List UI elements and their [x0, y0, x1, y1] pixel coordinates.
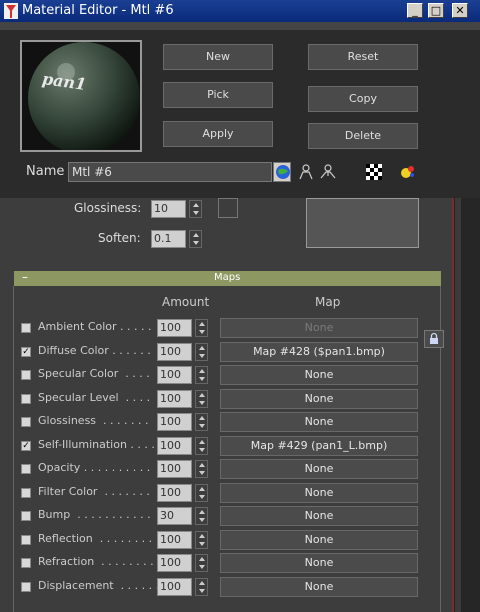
map-enable-checkbox[interactable] [21, 394, 31, 404]
map-slot-button[interactable]: None [220, 365, 418, 385]
map-enable-checkbox[interactable] [21, 488, 31, 498]
maps-title: Maps [214, 272, 241, 283]
reset-button[interactable]: Reset [308, 44, 418, 70]
map-amount-input[interactable]: 100 [157, 531, 192, 549]
sticky-figure-icon[interactable] [319, 163, 337, 181]
map-amount-spinner[interactable] [195, 366, 208, 384]
map-enable-checkbox[interactable] [21, 370, 31, 380]
map-amount-spinner[interactable] [195, 460, 208, 478]
material-name-field[interactable]: Mtl #6 [68, 162, 272, 182]
collapse-icon: – [22, 270, 28, 284]
map-enable-checkbox[interactable] [21, 323, 31, 333]
panel-edge [452, 198, 454, 612]
apply-button[interactable]: Apply [163, 121, 273, 147]
delete-button[interactable]: Delete [308, 123, 418, 149]
map-amount-spinner[interactable] [195, 554, 208, 572]
map-amount-input[interactable]: 100 [157, 390, 192, 408]
map-amount-input[interactable]: 100 [157, 437, 192, 455]
map-channel-label: Ambient Color . . . . . [38, 320, 152, 333]
close-button[interactable]: ✕ [452, 3, 468, 18]
map-channel-label: Filter Color . . . . . . . [38, 485, 150, 498]
map-amount-spinner[interactable] [195, 413, 208, 431]
map-channel-label: Refraction . . . . . . . . [38, 555, 154, 568]
map-amount-spinner[interactable] [195, 319, 208, 337]
map-slot-button[interactable]: None [220, 318, 418, 338]
glossiness-map-swatch[interactable] [218, 198, 238, 218]
map-slot-button[interactable]: None [220, 506, 418, 526]
glossiness-label: Glossiness: [74, 201, 142, 215]
map-channel-label: Specular Color . . . . [38, 367, 150, 380]
highlight-curve-display [306, 198, 419, 248]
globe-icon[interactable] [274, 163, 292, 181]
title-bar: Material Editor - Mtl #6 _ □ ✕ [0, 0, 480, 22]
scroll-thumb[interactable] [455, 198, 461, 612]
glossiness-spinner[interactable] [189, 200, 202, 218]
map-amount-spinner[interactable] [195, 437, 208, 455]
map-slot-button[interactable]: None [220, 389, 418, 409]
map-channel-label: Diffuse Color . . . . . . [38, 344, 151, 357]
map-amount-input[interactable]: 100 [157, 554, 192, 572]
map-amount-input[interactable]: 30 [157, 507, 192, 525]
map-slot-button[interactable]: Map #429 (pan1_L.bmp) [220, 436, 418, 456]
map-amount-input[interactable]: 100 [157, 460, 192, 478]
map-enable-checkbox[interactable]: ✓ [21, 441, 31, 451]
map-enable-checkbox[interactable] [21, 558, 31, 568]
map-slot-button[interactable]: None [220, 553, 418, 573]
map-amount-input[interactable]: 100 [157, 366, 192, 384]
map-slot-button[interactable]: None [220, 483, 418, 503]
map-channel-label: Bump . . . . . . . . . . . [38, 508, 151, 521]
map-amount-spinner[interactable] [195, 578, 208, 596]
map-enable-checkbox[interactable] [21, 464, 31, 474]
map-amount-input[interactable]: 100 [157, 578, 192, 596]
map-slot-button[interactable]: Map #428 ($pan1.bmp) [220, 342, 418, 362]
map-amount-spinner[interactable] [195, 390, 208, 408]
name-label: Name [26, 164, 65, 179]
map-enable-checkbox[interactable] [21, 417, 31, 427]
map-amount-input[interactable]: 100 [157, 319, 192, 337]
map-amount-input[interactable]: 100 [157, 413, 192, 431]
map-channel-label: Displacement . . . . . . [38, 579, 160, 592]
map-amount-spinner[interactable] [195, 484, 208, 502]
map-enable-checkbox[interactable]: ✓ [21, 347, 31, 357]
soften-input[interactable]: 0.1 [151, 230, 186, 248]
map-enable-checkbox[interactable] [21, 582, 31, 592]
window-title: Material Editor - Mtl #6 [22, 3, 174, 18]
amount-header: Amount [162, 295, 210, 309]
pick-button[interactable]: Pick [163, 82, 273, 108]
map-channel-label: Glossiness . . . . . . . [38, 414, 149, 427]
minimize-button[interactable]: _ [407, 3, 423, 18]
maximize-button[interactable]: □ [428, 3, 444, 18]
map-slot-button[interactable]: None [220, 530, 418, 550]
map-enable-checkbox[interactable] [21, 511, 31, 521]
soften-label: Soften: [98, 231, 141, 245]
map-amount-spinner[interactable] [195, 343, 208, 361]
color-dots-icon[interactable] [399, 163, 417, 181]
map-slot-button[interactable]: None [220, 577, 418, 597]
copy-button[interactable]: Copy [308, 86, 418, 112]
checker-icon[interactable] [365, 163, 383, 181]
map-header: Map [315, 295, 341, 309]
pick-object-icon[interactable] [297, 163, 315, 181]
map-amount-spinner[interactable] [195, 531, 208, 549]
map-amount-input[interactable]: 100 [157, 343, 192, 361]
map-amount-spinner[interactable] [195, 507, 208, 525]
material-preview[interactable]: pan1 [20, 40, 142, 154]
sample-sphere [22, 42, 140, 154]
glossiness-input[interactable]: 10 [151, 200, 186, 218]
map-slot-button[interactable]: None [220, 459, 418, 479]
soften-spinner[interactable] [189, 230, 202, 248]
top-strip [0, 22, 480, 30]
app-icon [4, 3, 18, 19]
lock-button[interactable] [424, 330, 444, 348]
map-slot-button[interactable]: None [220, 412, 418, 432]
map-channel-label: Opacity . . . . . . . . . . [38, 461, 151, 474]
map-channel-label: Reflection . . . . . . . . [38, 532, 153, 545]
lock-icon [430, 332, 438, 344]
map-amount-input[interactable]: 100 [157, 484, 192, 502]
map-channel-label: Self-Illumination . . . . [38, 438, 155, 451]
new-button[interactable]: New [163, 44, 273, 70]
map-enable-checkbox[interactable] [21, 535, 31, 545]
map-channel-label: Specular Level . . . . [38, 391, 151, 404]
